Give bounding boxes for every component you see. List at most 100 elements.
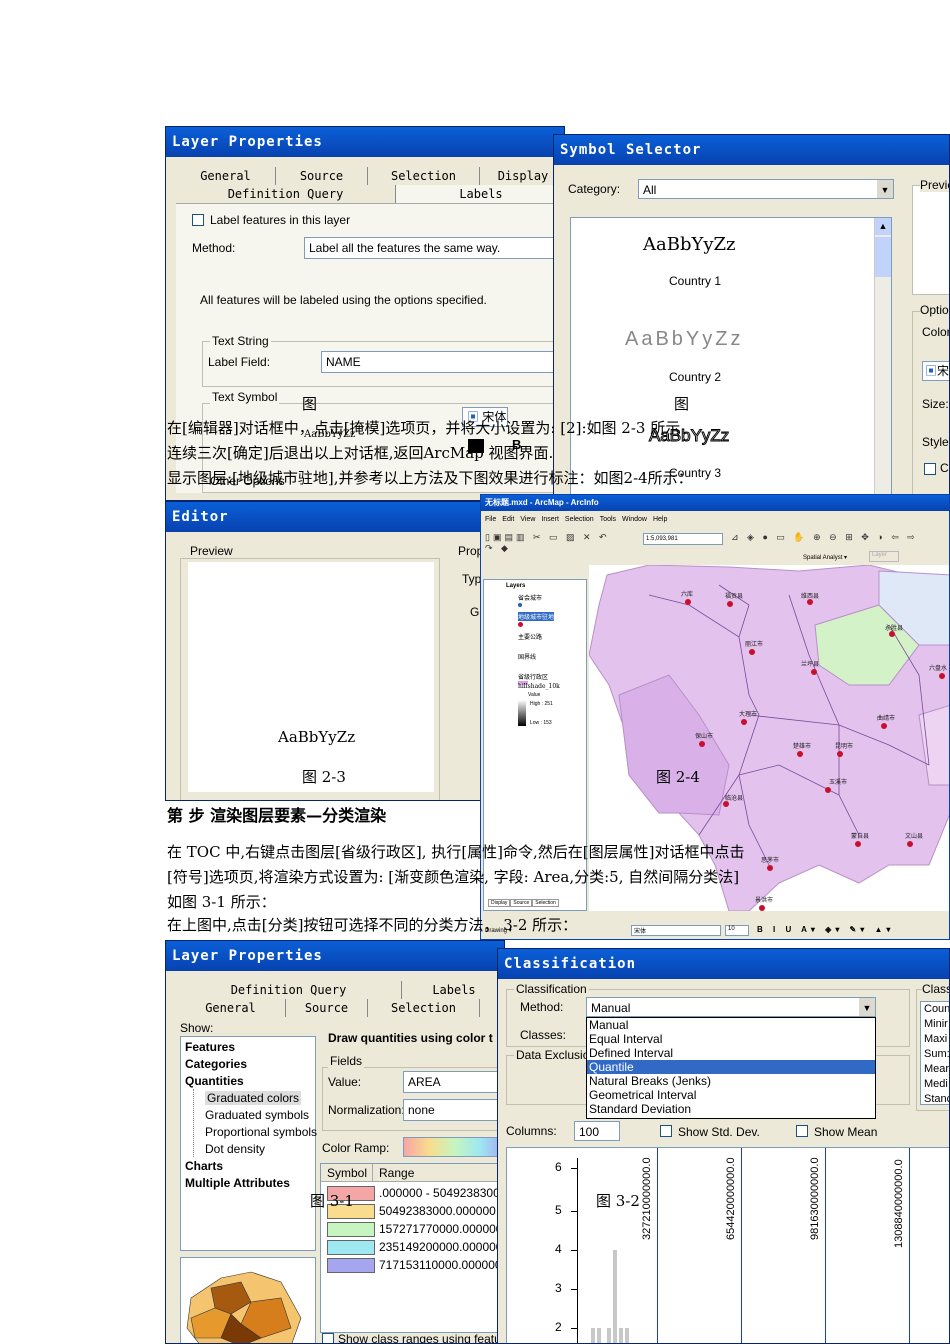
scroll-thumb[interactable] bbox=[875, 237, 891, 277]
toc-item-selected[interactable]: 地级城市驻地 bbox=[518, 612, 555, 621]
class-range-2[interactable]: 50492383000.000000 - bbox=[379, 1204, 503, 1218]
menu-window[interactable]: Window bbox=[622, 516, 647, 523]
method-option-geometrical-interval[interactable]: Geometrical Interval bbox=[587, 1088, 875, 1102]
break-line[interactable] bbox=[741, 1148, 742, 1343]
spatial-analyst-menu[interactable]: Spatial Analyst ▾ bbox=[803, 554, 847, 561]
menu-tools[interactable]: Tools bbox=[600, 516, 616, 523]
color-ramp-select[interactable] bbox=[403, 1137, 504, 1157]
city-marker[interactable] bbox=[825, 787, 831, 793]
break-line[interactable] bbox=[657, 1148, 658, 1343]
chevron-down-icon[interactable]: ▼ bbox=[877, 180, 893, 198]
tab-definition-query[interactable]: Definition Query bbox=[176, 981, 402, 999]
show-mean-checkbox[interactable] bbox=[796, 1125, 808, 1137]
layer-field[interactable]: Layer bbox=[869, 551, 899, 562]
toc-item[interactable]: 国界线 bbox=[518, 652, 536, 661]
class-range-3[interactable]: 157271770000.000000 bbox=[379, 1222, 502, 1236]
value-field-select[interactable]: AREA bbox=[403, 1071, 504, 1093]
tree-graduated-colors[interactable]: Graduated colors bbox=[205, 1091, 302, 1105]
menu-edit[interactable]: Edit bbox=[502, 516, 514, 523]
tree-proportional-symbols[interactable]: Proportional symbols bbox=[205, 1125, 317, 1139]
tab-labels[interactable]: Labels bbox=[402, 981, 504, 999]
renderer-tree[interactable]: Features Categories Quantities Graduated… bbox=[180, 1036, 317, 1251]
city-marker[interactable] bbox=[837, 751, 843, 757]
method-dropdown-list[interactable]: Manual Equal Interval Defined Interval Q… bbox=[586, 1017, 876, 1119]
tree-quantities[interactable]: Quantities bbox=[185, 1074, 244, 1088]
method-option-standard-deviation[interactable]: Standard Deviation bbox=[587, 1102, 875, 1116]
font-size-field[interactable]: 10 bbox=[725, 925, 749, 936]
break-line[interactable] bbox=[825, 1148, 826, 1343]
tree-dot-density[interactable]: Dot density bbox=[205, 1142, 265, 1156]
city-marker[interactable] bbox=[811, 669, 817, 675]
symbol-column-header[interactable]: Symbol bbox=[321, 1164, 373, 1182]
category-select[interactable]: All ▼ bbox=[638, 179, 894, 199]
toc-tab-source[interactable]: Source bbox=[510, 899, 533, 907]
toc-item[interactable]: 省级行政区 bbox=[518, 672, 548, 681]
toc-item[interactable]: 省会城市 bbox=[518, 593, 542, 602]
class-swatch-4[interactable] bbox=[327, 1240, 375, 1255]
city-marker[interactable] bbox=[727, 601, 733, 607]
class-range-4[interactable]: 235149200000.000000 bbox=[379, 1240, 502, 1254]
tree-categories[interactable]: Categories bbox=[185, 1057, 247, 1071]
class-range-1[interactable]: .000000 - 50492383000 bbox=[379, 1186, 504, 1200]
show-class-ranges-checkbox[interactable] bbox=[322, 1333, 334, 1343]
tree-graduated-symbols[interactable]: Graduated symbols bbox=[205, 1108, 309, 1122]
city-marker[interactable] bbox=[907, 841, 913, 847]
scale-field[interactable]: 1:5,093,981 bbox=[643, 533, 723, 545]
histogram-panel[interactable]: 6 5 4 3 2 327210000000.0 654420000000.0 … bbox=[506, 1147, 949, 1343]
tab-general[interactable]: General bbox=[176, 167, 276, 185]
menu-view[interactable]: View bbox=[520, 516, 535, 523]
symbol-sample-1[interactable]: AaBbYyZz bbox=[643, 234, 736, 255]
font-select[interactable]: ▣宋 bbox=[922, 361, 949, 381]
method-option-defined-interval[interactable]: Defined Interval bbox=[587, 1046, 875, 1060]
method-select[interactable]: Label all the features the same way. bbox=[304, 237, 564, 259]
tree-multiple-attributes[interactable]: Multiple Attributes bbox=[185, 1176, 290, 1190]
method-select[interactable]: Manual ▼ bbox=[586, 997, 876, 1017]
columns-spinner[interactable]: 100 bbox=[574, 1121, 620, 1141]
city-marker[interactable] bbox=[759, 905, 765, 911]
city-marker[interactable] bbox=[881, 723, 887, 729]
tab-general[interactable]: General bbox=[176, 999, 286, 1017]
text-style-buttons[interactable]: B I U A▾ ◈▾ ✎▾ ▲▾ bbox=[757, 925, 894, 934]
label-field-select[interactable]: NAME bbox=[321, 351, 564, 373]
city-marker[interactable] bbox=[855, 841, 861, 847]
tab-definition-query[interactable]: Definition Query bbox=[176, 185, 396, 203]
toc-item[interactable]: hillshade_10k bbox=[518, 683, 560, 690]
tab-selection[interactable]: Selection bbox=[368, 999, 480, 1017]
label-features-checkbox[interactable] bbox=[192, 214, 204, 226]
class-range-5[interactable]: 717153110000.000000 bbox=[379, 1258, 502, 1272]
list-scrollbar[interactable]: ▲ bbox=[874, 218, 891, 499]
toc-tab-selection[interactable]: Selection bbox=[532, 899, 559, 907]
method-option-natural-breaks[interactable]: Natural Breaks (Jenks) bbox=[587, 1074, 875, 1088]
menu-file[interactable]: File bbox=[485, 516, 496, 523]
menu-insert[interactable]: Insert bbox=[541, 516, 559, 523]
symbol-list[interactable]: AaBbYyZz Country 1 AaBbYyZz Country 2 Aa… bbox=[570, 217, 892, 499]
city-marker[interactable] bbox=[939, 673, 945, 679]
tree-features[interactable]: Features bbox=[185, 1040, 235, 1054]
city-marker[interactable] bbox=[699, 741, 705, 747]
menu-help[interactable]: Help bbox=[653, 516, 667, 523]
toc-layers[interactable]: Layers bbox=[506, 583, 525, 589]
tree-charts[interactable]: Charts bbox=[185, 1159, 223, 1173]
style-checkbox[interactable] bbox=[924, 463, 936, 475]
class-swatch-3[interactable] bbox=[327, 1222, 375, 1237]
tab-source[interactable]: Source bbox=[286, 999, 368, 1017]
font-field[interactable]: 宋体 bbox=[631, 925, 721, 936]
city-marker[interactable] bbox=[749, 649, 755, 655]
class-swatch-5[interactable] bbox=[327, 1258, 375, 1273]
city-marker[interactable] bbox=[767, 865, 773, 871]
menu-selection[interactable]: Selection bbox=[565, 516, 594, 523]
range-column-header[interactable]: Range bbox=[373, 1164, 504, 1182]
chevron-down-icon[interactable]: ▼ bbox=[859, 998, 875, 1016]
scroll-up-icon[interactable]: ▲ bbox=[875, 218, 891, 235]
method-option-quantile[interactable]: Quantile bbox=[587, 1060, 875, 1074]
tab-selection[interactable]: Selection bbox=[368, 167, 480, 185]
class-table[interactable]: Symbol Range .000000 - 50492383000 50492… bbox=[320, 1163, 504, 1333]
break-line[interactable] bbox=[909, 1148, 910, 1343]
city-marker[interactable] bbox=[741, 719, 747, 725]
toc-tab-display[interactable]: Display bbox=[488, 899, 511, 907]
show-std-dev-checkbox[interactable] bbox=[660, 1125, 672, 1137]
toc-item[interactable]: 主要公路 bbox=[518, 632, 542, 641]
tab-labels[interactable]: Labels bbox=[396, 185, 564, 203]
method-option-manual[interactable]: Manual bbox=[587, 1018, 875, 1032]
city-marker[interactable] bbox=[685, 599, 691, 605]
